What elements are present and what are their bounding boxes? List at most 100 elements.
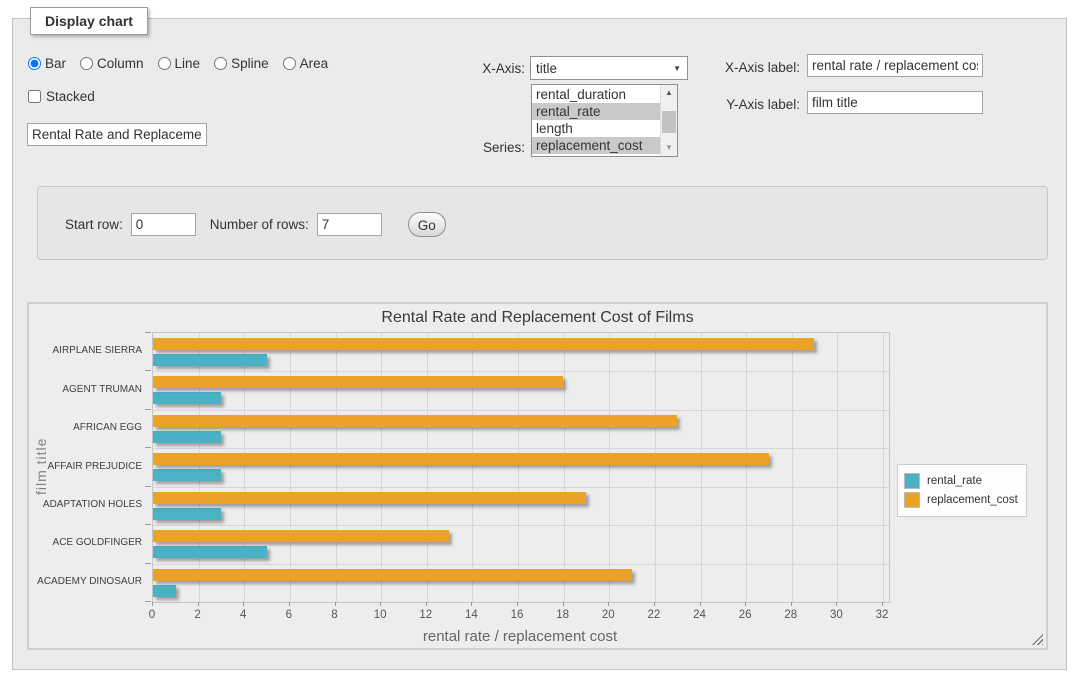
radio-label: Area bbox=[300, 56, 329, 71]
x-axis-label-input[interactable] bbox=[807, 54, 983, 77]
x-tick-label: 14 bbox=[465, 609, 478, 621]
x-tick-label: 32 bbox=[876, 609, 889, 621]
legend-label: rental_rate bbox=[927, 475, 982, 487]
chart-type-radio-bar[interactable]: Bar bbox=[28, 56, 66, 71]
go-button[interactable]: Go bbox=[408, 212, 446, 237]
x-tick-mark bbox=[654, 602, 655, 606]
bar-rental_rate bbox=[153, 392, 221, 404]
bar-replacement_cost bbox=[153, 376, 563, 388]
x-tick-label: 22 bbox=[647, 609, 660, 621]
category-label: ADAPTATION HOLES bbox=[29, 499, 142, 510]
gridline-x bbox=[244, 333, 245, 602]
chart-type-radio-column[interactable]: Column bbox=[80, 56, 144, 71]
radio-area[interactable] bbox=[283, 57, 296, 70]
series-scrollbar[interactable]: ▲ ▼ bbox=[660, 85, 677, 156]
y-tick-mark bbox=[145, 447, 151, 448]
series-option-rental_rate[interactable]: rental_rate bbox=[532, 103, 660, 120]
start-row-input[interactable] bbox=[131, 213, 196, 236]
radio-label: Line bbox=[175, 56, 201, 71]
radio-label: Bar bbox=[45, 56, 66, 71]
series-option-rental_duration[interactable]: rental_duration bbox=[532, 86, 660, 103]
legend-swatch bbox=[904, 473, 920, 489]
scroll-down-icon[interactable]: ▼ bbox=[661, 140, 677, 156]
gridline-y bbox=[153, 564, 889, 565]
row-range-panel: Start row: Number of rows: Go bbox=[37, 186, 1048, 260]
x-tick-mark bbox=[152, 602, 153, 606]
category-label: AGENT TRUMAN bbox=[29, 384, 142, 395]
gridline-x bbox=[199, 333, 200, 602]
gridline-x bbox=[746, 333, 747, 602]
x-tick-label: 16 bbox=[511, 609, 524, 621]
resize-handle-icon[interactable] bbox=[1032, 634, 1043, 645]
gridline-x bbox=[290, 333, 291, 602]
series-options: rental_durationrental_ratelengthreplacem… bbox=[532, 86, 660, 154]
gridline-x bbox=[655, 333, 656, 602]
category-label: ACE GOLDFINGER bbox=[29, 537, 142, 548]
gridline-x bbox=[701, 333, 702, 602]
x-tick-mark bbox=[563, 602, 564, 606]
radio-spline[interactable] bbox=[214, 57, 227, 70]
scrollbar-thumb[interactable] bbox=[662, 111, 676, 133]
chart-type-radio-area[interactable]: Area bbox=[283, 56, 329, 71]
chart-type-radios: Bar Column Line Spline Area bbox=[28, 56, 338, 71]
chart-type-radio-spline[interactable]: Spline bbox=[214, 56, 269, 71]
x-tick-mark bbox=[289, 602, 290, 606]
bar-rental_rate bbox=[153, 469, 221, 481]
x-tick-label: 10 bbox=[374, 609, 387, 621]
number-of-rows-input[interactable] bbox=[317, 213, 382, 236]
category-label: AIRPLANE SIERRA bbox=[29, 345, 142, 356]
y-category-labels: AIRPLANE SIERRAAGENT TRUMANAFRICAN EGGAF… bbox=[29, 332, 142, 601]
y-axis-label-input[interactable] bbox=[807, 91, 983, 114]
radio-bar[interactable] bbox=[28, 57, 41, 70]
series-listbox[interactable]: rental_durationrental_ratelengthreplacem… bbox=[531, 84, 678, 157]
x-axis-select[interactable]: title ▼ bbox=[530, 56, 688, 80]
radio-column[interactable] bbox=[80, 57, 93, 70]
x-tick-label: 6 bbox=[286, 609, 292, 621]
stacked-checkbox-row[interactable]: Stacked bbox=[28, 89, 95, 104]
chart-widget: Rental Rate and Replacement Cost of Film… bbox=[27, 302, 1048, 650]
scroll-up-icon[interactable]: ▲ bbox=[661, 85, 677, 101]
gridline-x bbox=[883, 333, 884, 602]
chevron-down-icon: ▼ bbox=[673, 64, 681, 73]
y-tick-mark bbox=[145, 370, 151, 371]
x-tick-label: 4 bbox=[240, 609, 246, 621]
legend-item-rental_rate: rental_rate bbox=[904, 473, 1018, 489]
series-option-length[interactable]: length bbox=[532, 120, 660, 137]
category-label: AFRICAN EGG bbox=[29, 422, 142, 433]
x-tick-mark bbox=[471, 602, 472, 606]
x-tick-mark bbox=[380, 602, 381, 606]
y-tick-mark bbox=[145, 524, 151, 525]
x-tick-mark bbox=[608, 602, 609, 606]
series-option-replacement_cost[interactable]: replacement_cost bbox=[532, 137, 660, 154]
chart-type-radio-line[interactable]: Line bbox=[158, 56, 201, 71]
y-tick-mark bbox=[145, 332, 151, 333]
x-tick-mark bbox=[836, 602, 837, 606]
chart-legend: rental_rate replacement_cost bbox=[897, 464, 1027, 517]
bar-replacement_cost bbox=[153, 569, 632, 581]
start-row-label: Start row: bbox=[65, 217, 123, 232]
stacked-checkbox[interactable] bbox=[28, 90, 41, 103]
x-axis-title: rental rate / replacement cost bbox=[423, 628, 617, 645]
gridline-y bbox=[153, 371, 889, 372]
number-of-rows-label: Number of rows: bbox=[210, 217, 309, 232]
bar-rental_rate bbox=[153, 431, 221, 443]
gridline-y bbox=[153, 448, 889, 449]
x-tick-label: 24 bbox=[693, 609, 706, 621]
gridline-y bbox=[153, 525, 889, 526]
legend-label: replacement_cost bbox=[927, 494, 1018, 506]
x-tick-label: 8 bbox=[331, 609, 337, 621]
category-label: ACADEMY DINOSAUR bbox=[29, 576, 142, 587]
chart-title: Rental Rate and Replacement Cost of Film… bbox=[29, 309, 1046, 327]
x-axis-select-label: X-Axis: bbox=[450, 61, 525, 76]
x-tick-mark bbox=[198, 602, 199, 606]
x-tick-label: 26 bbox=[739, 609, 752, 621]
gridline-y bbox=[153, 487, 889, 488]
radio-line[interactable] bbox=[158, 57, 171, 70]
bar-replacement_cost bbox=[153, 338, 814, 350]
x-tick-mark bbox=[882, 602, 883, 606]
bar-rental_rate bbox=[153, 546, 267, 558]
gridline-x bbox=[381, 333, 382, 602]
chart-title-input[interactable] bbox=[27, 123, 207, 146]
gridline-x bbox=[336, 333, 337, 602]
x-axis-label-caption: X-Axis label: bbox=[705, 60, 800, 75]
